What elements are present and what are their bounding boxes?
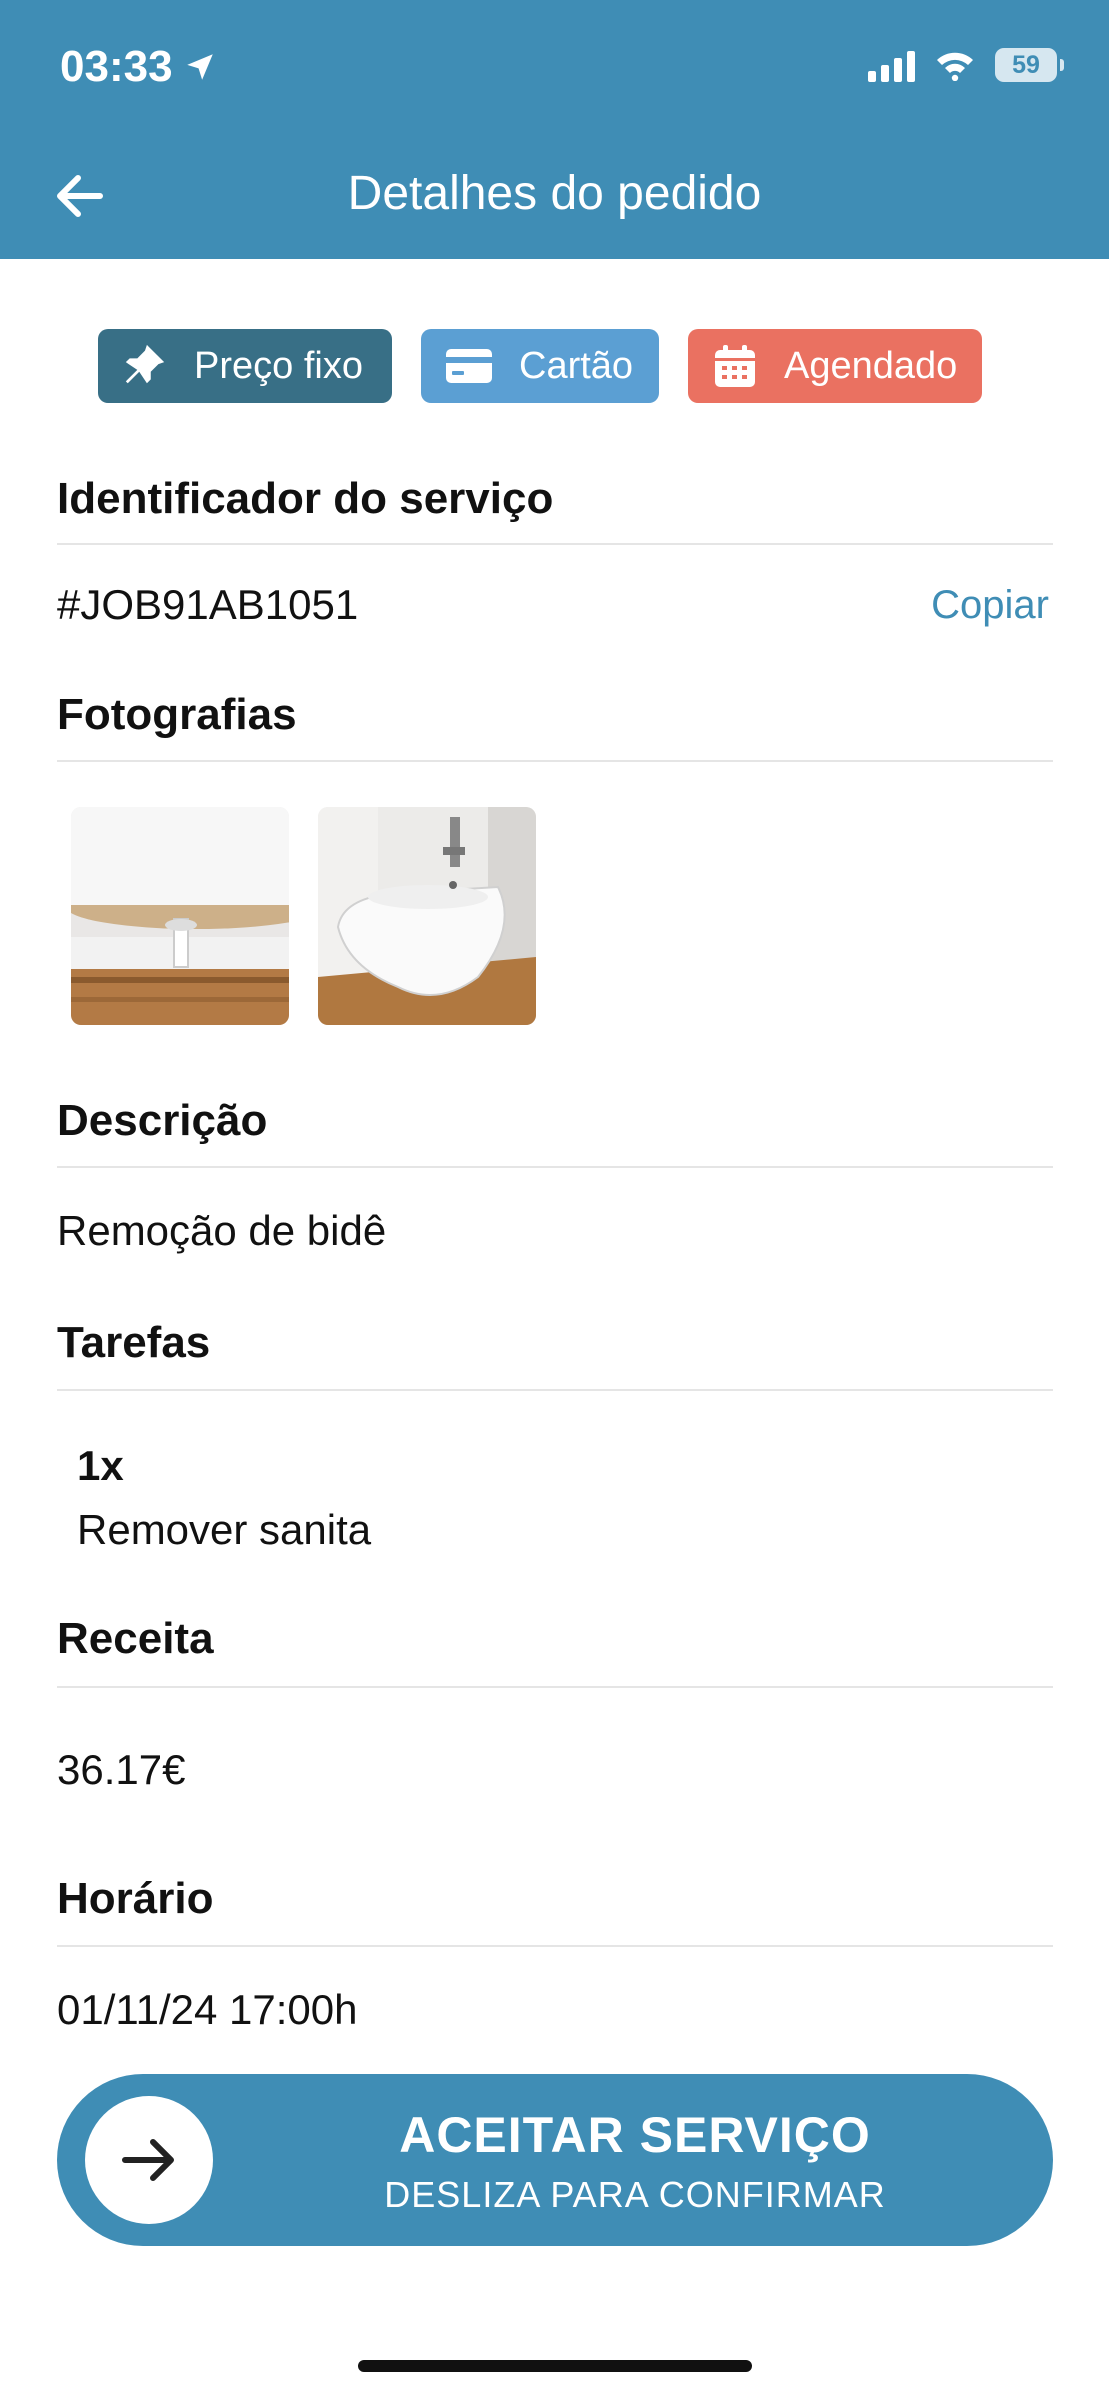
wifi-icon [937, 52, 973, 81]
page-title: Detalhes do pedido [347, 167, 762, 220]
description-value: Remoção de bidê [57, 1207, 387, 1254]
status-time: 03:33 [60, 42, 217, 92]
battery-icon: 59 [995, 48, 1064, 82]
cellular-signal-icon [868, 48, 915, 82]
service-id-heading: Identificador do serviço [57, 474, 1053, 524]
copy-button[interactable]: Copiar [931, 583, 1049, 628]
badge-scheduled: Agendado [688, 329, 982, 403]
tasks-heading: Tarefas [57, 1318, 1053, 1368]
revenue-value: 36.17€ [57, 1746, 186, 1793]
photo-thumbnail-2[interactable] [318, 807, 536, 1025]
divider [57, 1389, 1053, 1391]
revenue-heading: Receita [57, 1614, 1053, 1664]
photo-thumbnail-1[interactable] [71, 807, 289, 1025]
badge-fixed-price: Preço fixo [98, 329, 392, 403]
photo-image [71, 807, 289, 1025]
section-title: Horário [57, 1874, 214, 1923]
section-title: Receita [57, 1614, 214, 1663]
badge-card: Cartão [421, 329, 659, 403]
calendar-icon [715, 345, 755, 387]
schedule-heading: Horário [57, 1874, 1053, 1924]
section-title: Descrição [57, 1096, 268, 1145]
task-name: Remover sanita [77, 1506, 372, 1553]
slider-title: ACEITAR SERVIÇO [399, 2107, 871, 2163]
badge-label: Agendado [784, 344, 958, 387]
pin-icon [125, 344, 165, 384]
divider [57, 1686, 1053, 1688]
badge-row: Preço fixo Cartão Agendado [98, 329, 982, 403]
badge-label: Cartão [519, 344, 634, 387]
divider [57, 1945, 1053, 1947]
section-title: Fotografias [57, 690, 297, 739]
home-indicator [358, 2360, 752, 2372]
divider [57, 760, 1053, 762]
section-title: Identificador do serviço [57, 474, 554, 523]
app-header: 03:33 59 Detalhes do pedido [0, 0, 1109, 259]
task-quantity: 1x [77, 1442, 124, 1489]
photos-heading: Fotografias [57, 690, 1053, 740]
accept-service-slider[interactable]: ACEITAR SERVIÇO DESLIZA PARA CONFIRMAR [57, 2074, 1053, 2246]
slider-handle[interactable] [85, 2096, 213, 2224]
arrow-right-icon [122, 2139, 174, 2181]
slider-subtitle: DESLIZA PARA CONFIRMAR [384, 2174, 886, 2215]
status-indicators: 59 [868, 48, 1064, 82]
section-title: Tarefas [57, 1318, 211, 1367]
photo-image [318, 807, 536, 1025]
location-arrow-icon [186, 54, 213, 80]
status-time-text: 03:33 [60, 42, 173, 91]
battery-level: 59 [1012, 50, 1040, 79]
description-heading: Descrição [57, 1096, 1053, 1146]
credit-card-icon [446, 349, 492, 383]
divider [57, 543, 1053, 545]
schedule-value: 01/11/24 17:00h [57, 1986, 358, 2033]
service-id-value: #JOB91AB1051 [57, 581, 359, 628]
badge-label: Preço fixo [194, 344, 363, 387]
divider [57, 1166, 1053, 1168]
